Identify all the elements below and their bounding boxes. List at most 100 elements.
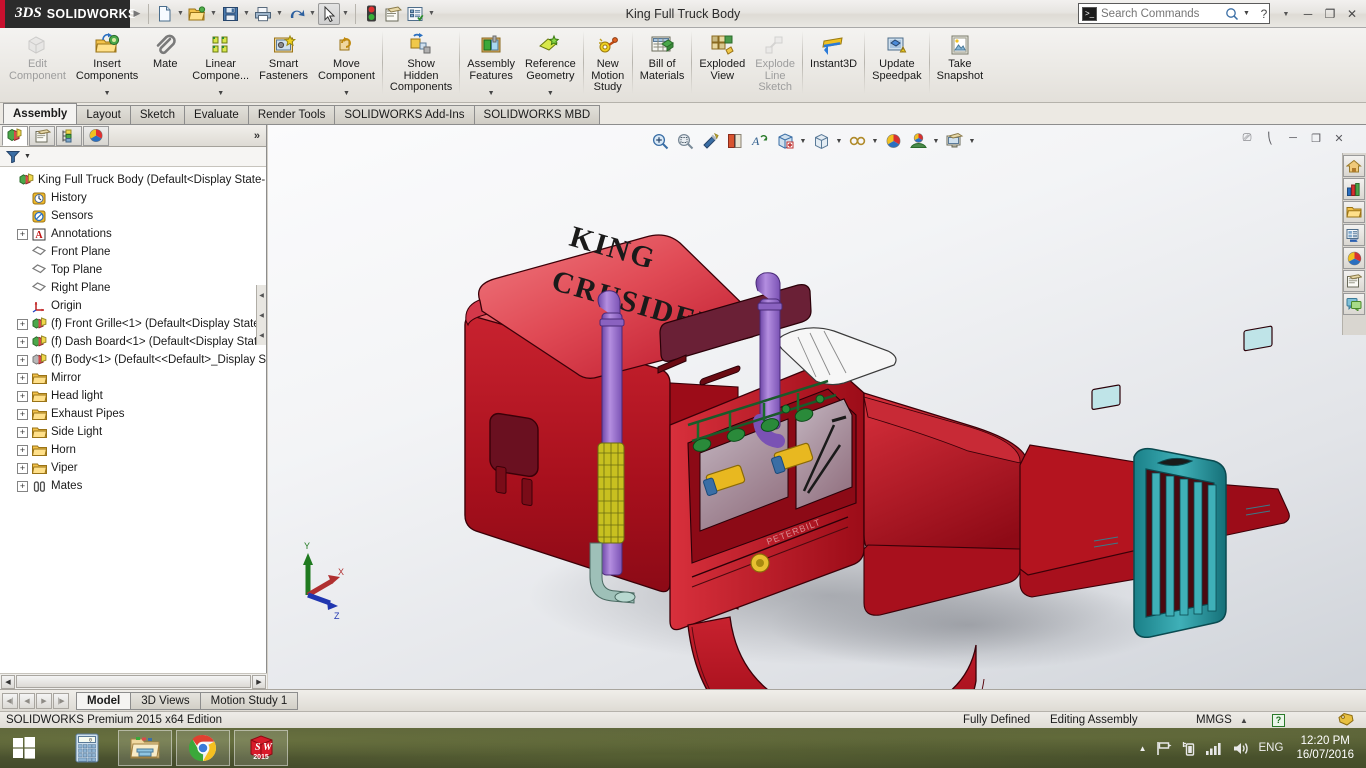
last-tab-button[interactable]: |▶ xyxy=(53,692,69,709)
tree-item-king-full-truck-body-default-display-sta[interactable]: King Full Truck Body (Default<Display St… xyxy=(0,171,266,189)
help-badge-icon[interactable]: ? xyxy=(1272,713,1285,727)
assembly-features-button-dropdown[interactable]: ▼ xyxy=(488,90,495,100)
tree-expand-icon[interactable]: + xyxy=(17,318,28,330)
tag-icon[interactable] xyxy=(1338,712,1354,729)
tree-item-history[interactable]: History xyxy=(0,189,266,207)
property-manager-tab[interactable] xyxy=(29,125,55,146)
show-hidden-components-button[interactable]: Show Hidden Components xyxy=(385,28,457,100)
tab-solidworks-mbd[interactable]: SOLIDWORKS MBD xyxy=(473,105,601,124)
feature-tree-filter-bar[interactable]: ▼ xyxy=(0,147,266,167)
tree-expand-icon[interactable]: + xyxy=(17,390,28,402)
tree-expand-icon[interactable]: + xyxy=(17,228,28,240)
tree-item-viper[interactable]: + Viper xyxy=(0,459,266,477)
insert-components-button[interactable]: Insert Components ▼ xyxy=(71,28,143,100)
instant3d-button[interactable]: Instant3D xyxy=(805,28,862,100)
reference-geometry-button[interactable]: Reference Geometry ▼ xyxy=(520,28,581,100)
tab-layout[interactable]: Layout xyxy=(76,105,131,124)
move-component-button-dropdown[interactable]: ▼ xyxy=(343,90,350,100)
tree-expand-icon[interactable]: + xyxy=(17,336,28,348)
search-magnifier-icon[interactable] xyxy=(1225,7,1239,21)
scroll-thumb[interactable] xyxy=(16,675,251,688)
search-commands-box[interactable]: >_ ▼ xyxy=(1078,3,1270,24)
document-tab-model[interactable]: Model xyxy=(76,691,132,710)
exploded-view-button[interactable]: Exploded View xyxy=(694,28,750,100)
language-indicator[interactable]: ENG xyxy=(1259,742,1284,754)
tab-assembly[interactable]: Assembly xyxy=(3,103,78,124)
feature-manager-overflow-icon[interactable]: » xyxy=(254,130,260,142)
windows-start-button[interactable] xyxy=(0,728,48,768)
new-motion-study-button[interactable]: New Motion Study xyxy=(586,28,630,100)
reference-geometry-button-dropdown[interactable]: ▼ xyxy=(547,90,554,100)
flag-notification-icon[interactable] xyxy=(1156,741,1173,756)
previous-tab-button[interactable]: ◀ xyxy=(19,692,35,709)
search-input[interactable] xyxy=(1101,7,1221,20)
update-speedpak-button[interactable]: ! Update Speedpak xyxy=(867,28,927,100)
tab-evaluate[interactable]: Evaluate xyxy=(184,105,249,124)
undo-button[interactable] xyxy=(285,3,307,25)
save-dropdown[interactable]: ▼ xyxy=(241,3,252,25)
configuration-manager-tab[interactable] xyxy=(56,125,82,146)
bill-of-materials-button[interactable]: Bill of Materials xyxy=(635,28,690,100)
tree-item-front-plane[interactable]: Front Plane xyxy=(0,243,266,261)
tree-item-f-body-1-default-default-display-s[interactable]: + (f) Body<1> (Default<<Default>_Display … xyxy=(0,351,266,369)
tree-expand-icon[interactable]: + xyxy=(17,426,28,438)
truck-assembly-3d-model[interactable]: KING CRUSIDER PETERBILT Y X Z xyxy=(268,125,1366,689)
tree-item-f-dash-board-1-default-display-state[interactable]: + (f) Dash Board<1> (Default<Display Stat… xyxy=(0,333,266,351)
tab-render-tools[interactable]: Render Tools xyxy=(247,105,336,124)
tree-item-annotations[interactable]: + A Annotations xyxy=(0,225,266,243)
tree-expand-icon[interactable]: + xyxy=(17,408,28,420)
signal-bars-icon[interactable] xyxy=(1205,741,1223,756)
select-dropdown[interactable]: ▼ xyxy=(340,3,351,25)
tree-item-horn[interactable]: + Horn xyxy=(0,441,266,459)
assembly-features-button[interactable]: Assembly Features ▼ xyxy=(462,28,520,100)
taskbar-solidworks[interactable]: S W 2015 xyxy=(234,730,288,766)
open-document-button[interactable] xyxy=(186,3,208,25)
document-tab-3d-views[interactable]: 3D Views xyxy=(130,691,201,710)
taskbar-calculator[interactable]: 0 xyxy=(60,730,114,766)
tree-expand-icon[interactable]: + xyxy=(17,480,28,492)
move-component-button[interactable]: Move Component ▼ xyxy=(313,28,380,100)
tree-item-sensors[interactable]: Sensors xyxy=(0,207,266,225)
select-button[interactable] xyxy=(318,2,340,25)
taskbar-file-explorer[interactable] xyxy=(118,730,172,766)
scroll-left-button[interactable]: ◀ xyxy=(1,674,15,689)
tree-item-f-front-grille-1-default-display-state[interactable]: + (f) Front Grille<1> (Default<Display St… xyxy=(0,315,266,333)
restore-button[interactable]: ❐ xyxy=(1320,4,1340,24)
network-icon[interactable] xyxy=(1182,741,1196,756)
tree-item-exhaust-pipes[interactable]: + Exhaust Pipes xyxy=(0,405,266,423)
taskbar-clock[interactable]: 12:20 PM 16/07/2016 xyxy=(1292,734,1358,762)
tree-item-top-plane[interactable]: Top Plane xyxy=(0,261,266,279)
units-caret-icon[interactable]: ▲ xyxy=(1240,716,1248,725)
display-manager-tab[interactable] xyxy=(83,125,109,146)
file-properties-button[interactable] xyxy=(382,3,404,25)
document-tab-motion-study-1[interactable]: Motion Study 1 xyxy=(199,691,299,710)
options-dropdown[interactable]: ▼ xyxy=(426,3,437,25)
tree-item-side-light[interactable]: + Side Light xyxy=(0,423,266,441)
feature-tree-scroll-handle[interactable]: ◀ ◀ ◀ xyxy=(256,285,266,345)
tree-expand-icon[interactable]: + xyxy=(17,462,28,474)
tab-solidworks-add-ins[interactable]: SOLIDWORKS Add-Ins xyxy=(334,105,475,124)
taskbar-chrome[interactable] xyxy=(176,730,230,766)
feature-tree-horizontal-scrollbar[interactable]: ◀ ▶ xyxy=(0,673,267,689)
solidworks-logo[interactable]: 3DS SOLIDWORKS xyxy=(0,0,136,28)
options-button[interactable] xyxy=(404,3,426,25)
tree-item-mates[interactable]: + Mates xyxy=(0,477,266,495)
filter-dropdown-icon[interactable]: ▼ xyxy=(24,153,31,160)
undo-dropdown[interactable]: ▼ xyxy=(307,3,318,25)
save-button[interactable] xyxy=(219,3,241,25)
show-hidden-icons-button[interactable]: ▲ xyxy=(1139,744,1147,753)
minimize-button[interactable]: ─ xyxy=(1298,4,1318,24)
help-button[interactable]: ? xyxy=(1254,4,1274,24)
print-dropdown[interactable]: ▼ xyxy=(274,3,285,25)
tree-item-mirror[interactable]: + Mirror xyxy=(0,369,266,387)
tree-expand-icon[interactable]: + xyxy=(17,444,28,456)
scroll-right-button[interactable]: ▶ xyxy=(252,674,266,689)
rebuild-button[interactable] xyxy=(360,3,382,25)
filter-funnel-icon[interactable] xyxy=(6,150,20,163)
linear-component-pattern-button-dropdown[interactable]: ▼ xyxy=(217,90,224,100)
search-dropdown-icon[interactable]: ▼ xyxy=(1243,10,1250,17)
tree-expand-icon[interactable]: + xyxy=(17,354,28,366)
tree-item-right-plane[interactable]: Right Plane xyxy=(0,279,266,297)
open-document-dropdown[interactable]: ▼ xyxy=(208,3,219,25)
tree-item-origin[interactable]: Origin xyxy=(0,297,266,315)
